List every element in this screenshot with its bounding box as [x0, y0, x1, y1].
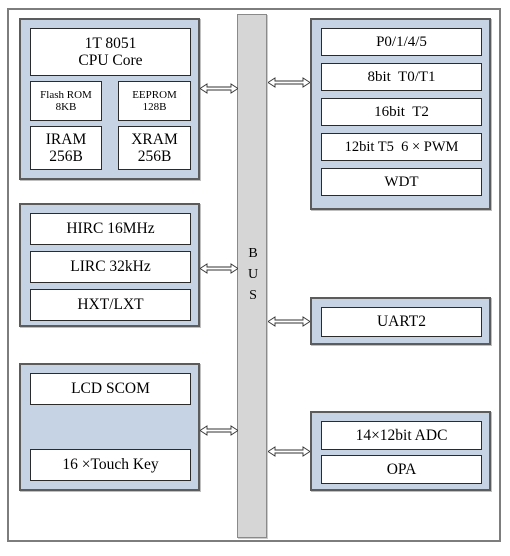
timer-t2-label: 16bit T2: [374, 103, 429, 120]
timer-t2-box: 16bit T2: [321, 98, 482, 126]
bus-label: B U S: [238, 243, 268, 306]
hxt-lxt-box: HXT/LXT: [30, 289, 191, 321]
ports-box: P0/1/4/5: [321, 28, 482, 56]
hxt-lxt-label: HXT/LXT: [77, 296, 144, 314]
hirc-box: HIRC 16MHz: [30, 213, 191, 245]
wdt-box: WDT: [321, 168, 482, 196]
analog-group: 14×12bit ADC OPA: [310, 411, 491, 491]
clock-group: HIRC 16MHz LIRC 32kHz HXT/LXT: [19, 203, 200, 327]
opa-box: OPA: [321, 455, 482, 484]
bus-letter-u: U: [247, 267, 259, 282]
timer-t0-t1-label: 8bit T0/T1: [367, 68, 436, 85]
lcd-scom-box: LCD SCOM: [30, 373, 191, 405]
cpu-core-box: 1T 8051 CPU Core: [30, 28, 191, 76]
touch-key-label: 16 ×Touch Key: [62, 456, 159, 474]
bus-column: B U S: [237, 14, 267, 538]
flash-rom-line-1: Flash ROM: [40, 88, 92, 101]
flash-rom-line-2: 8KB: [55, 101, 77, 113]
xram-line-2: 256B: [137, 148, 172, 165]
bus-letter-b: B: [248, 246, 258, 261]
flash-rom-box: Flash ROM 8KB: [30, 81, 102, 121]
hirc-label: HIRC 16MHz: [66, 220, 155, 238]
eeprom-line-2: 128B: [142, 101, 167, 113]
cpu-core-line-1: 1T 8051: [84, 34, 137, 52]
cpu-group: 1T 8051 CPU Core Flash ROM 8KB EEPROM 12…: [19, 18, 200, 180]
lirc-box: LIRC 32kHz: [30, 251, 191, 283]
cpu-core-line-2: CPU Core: [78, 52, 143, 69]
xram-line-1: XRAM: [131, 130, 178, 148]
timer-t5-pwm-box: 12bit T5 6 × PWM: [321, 133, 482, 161]
lcd-touch-group: LCD SCOM 16 ×Touch Key: [19, 363, 200, 491]
uart-group: UART2: [310, 297, 491, 345]
lcd-scom-label: LCD SCOM: [71, 380, 150, 398]
wdt-label: WDT: [384, 173, 419, 190]
eeprom-line-1: EEPROM: [132, 88, 177, 101]
iram-box: IRAM 256B: [30, 126, 102, 170]
uart2-label: UART2: [376, 313, 426, 331]
adc-box: 14×12bit ADC: [321, 421, 482, 450]
iram-line-2: 256B: [49, 148, 83, 165]
uart2-box: UART2: [321, 307, 482, 337]
adc-label: 14×12bit ADC: [355, 426, 448, 444]
lirc-label: LIRC 32kHz: [70, 258, 151, 276]
peripheral-group: P0/1/4/5 8bit T0/T1 16bit T2 12bit T5 6 …: [310, 18, 491, 210]
ports-label: P0/1/4/5: [376, 33, 427, 50]
xram-box: XRAM 256B: [118, 126, 191, 170]
timer-t0-t1-box: 8bit T0/T1: [321, 63, 482, 91]
mcu-block-diagram: 1T 8051 CPU Core Flash ROM 8KB EEPROM 12…: [0, 0, 510, 556]
bus-letter-s: S: [249, 288, 257, 303]
touch-key-box: 16 ×Touch Key: [30, 449, 191, 481]
eeprom-box: EEPROM 128B: [118, 81, 191, 121]
iram-line-1: IRAM: [45, 130, 87, 148]
opa-label: OPA: [386, 460, 417, 478]
timer-t5-pwm-label: 12bit T5 6 × PWM: [344, 138, 459, 155]
